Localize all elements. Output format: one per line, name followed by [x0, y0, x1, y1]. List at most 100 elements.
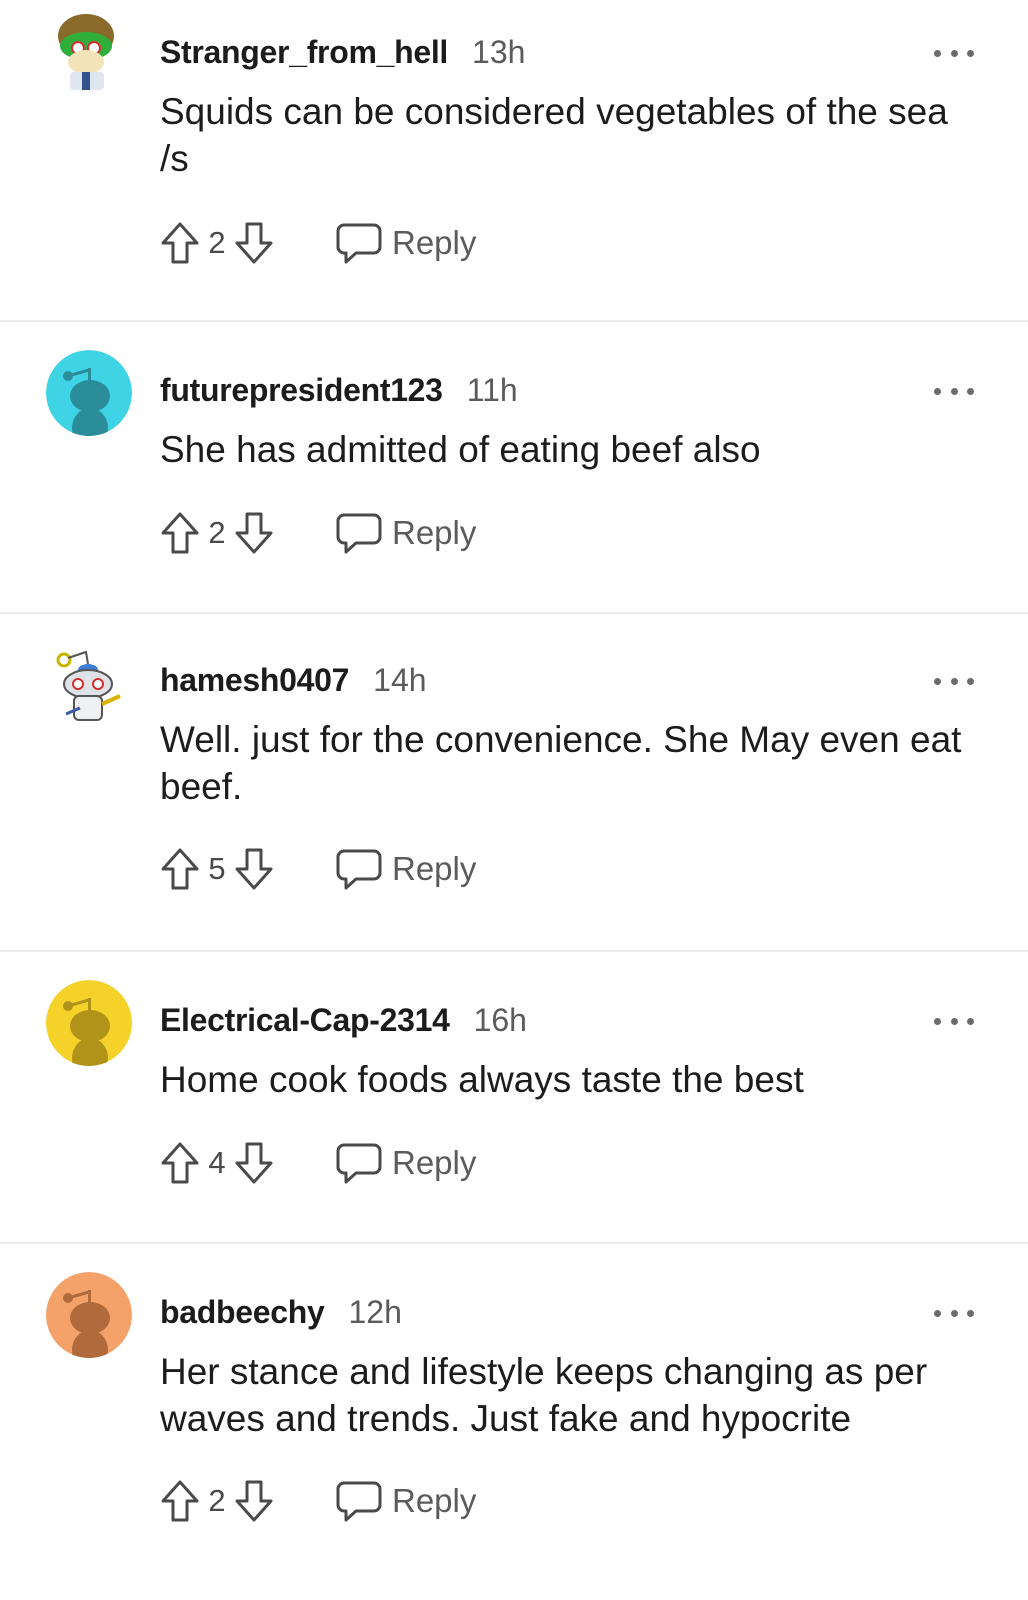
more-options-button[interactable]: [934, 46, 974, 60]
more-options-button[interactable]: [934, 674, 974, 688]
vote-count: 5: [208, 851, 226, 886]
dot-icon: [967, 677, 974, 685]
username[interactable]: Electrical-Cap-2314: [160, 1002, 450, 1039]
dot-icon: [967, 1017, 974, 1025]
dot-icon: [934, 677, 941, 685]
chat-bubble-icon: [336, 223, 382, 264]
dot-icon: [967, 387, 974, 395]
upvote-arrow-icon: [161, 512, 199, 554]
chat-bubble-icon: [336, 849, 382, 890]
comment: badbeechy 12h Her stance and lifestyle k…: [0, 1244, 1028, 1600]
more-options-button[interactable]: [934, 1014, 974, 1028]
comment-actions: 5 Reply: [158, 844, 476, 894]
comment: Electrical-Cap-2314 16h Home cook foods …: [0, 952, 1028, 1244]
reply-button[interactable]: Reply: [336, 511, 476, 555]
more-options-button[interactable]: [934, 384, 974, 398]
snoo-silhouette-icon: [46, 1272, 132, 1358]
dot-icon: [967, 1309, 974, 1317]
timestamp: 16h: [473, 1002, 527, 1038]
timestamp: 14h: [373, 662, 427, 698]
downvote-arrow-icon: [235, 848, 273, 890]
reply-button[interactable]: Reply: [336, 1141, 476, 1185]
reply-label: Reply: [392, 1144, 477, 1181]
reply-label: Reply: [392, 850, 477, 887]
upvote-button[interactable]: [158, 219, 202, 267]
dot-icon: [934, 387, 941, 395]
comment-actions: 2 Reply: [158, 1476, 476, 1526]
comment-body: Squids can be considered vegetables of t…: [160, 91, 948, 179]
avatar[interactable]: [46, 350, 132, 436]
chat-bubble-icon: [336, 1143, 382, 1184]
comment: hamesh0407 14h Well. just for the conven…: [0, 614, 1028, 952]
comment-meta: Stranger_from_hell 13h: [160, 34, 525, 71]
dot-icon: [934, 1309, 941, 1317]
comment-actions: 2 Reply: [158, 218, 476, 268]
chat-bubble-icon: [336, 513, 382, 554]
downvote-button[interactable]: [232, 219, 276, 267]
dot-icon: [950, 49, 958, 57]
upvote-button[interactable]: [158, 845, 202, 893]
comment-body: Her stance and lifestyle keeps changing …: [160, 1351, 928, 1439]
vote-count: 2: [208, 515, 226, 550]
comment-meta: futurepresident123 11h: [160, 372, 518, 409]
dot-icon: [934, 49, 941, 57]
comment-actions: 4 Reply: [158, 1138, 476, 1188]
reply-button[interactable]: Reply: [336, 847, 476, 891]
upvote-arrow-icon: [161, 1480, 199, 1522]
username[interactable]: Stranger_from_hell: [160, 34, 448, 71]
timestamp: 12h: [348, 1294, 402, 1330]
vote-count: 2: [208, 1483, 226, 1518]
downvote-button[interactable]: [232, 1477, 276, 1525]
reply-button[interactable]: Reply: [336, 1479, 476, 1523]
avatar[interactable]: [46, 10, 132, 96]
upvote-arrow-icon: [161, 1142, 199, 1184]
chat-bubble-icon: [336, 1481, 382, 1522]
username[interactable]: futurepresident123: [160, 372, 443, 409]
vote-count: 2: [208, 225, 226, 260]
snoo-silhouette-icon: [46, 350, 132, 436]
downvote-arrow-icon: [235, 1480, 273, 1522]
reply-label: Reply: [392, 224, 477, 261]
comment-body: Home cook foods always taste the best: [160, 1059, 804, 1100]
dot-icon: [950, 1309, 958, 1317]
comment-meta: Electrical-Cap-2314 16h: [160, 1002, 527, 1039]
timestamp: 13h: [472, 34, 526, 70]
timestamp: 11h: [466, 372, 518, 408]
downvote-arrow-icon: [235, 1142, 273, 1184]
username[interactable]: badbeechy: [160, 1294, 325, 1331]
avatar[interactable]: [46, 1272, 132, 1358]
upvote-arrow-icon: [161, 222, 199, 264]
upvote-button[interactable]: [158, 1477, 202, 1525]
downvote-arrow-icon: [235, 512, 273, 554]
comment-body: She has admitted of eating beef also: [160, 429, 761, 470]
dot-icon: [967, 49, 974, 57]
comment-body: Well. just for the convenience. She May …: [160, 719, 962, 807]
upvote-button[interactable]: [158, 1139, 202, 1187]
username[interactable]: hamesh0407: [160, 662, 349, 699]
avatar[interactable]: [46, 640, 132, 726]
downvote-button[interactable]: [232, 509, 276, 557]
comment: futurepresident123 11h She has admitted …: [0, 322, 1028, 614]
comment-actions: 2 Reply: [158, 508, 476, 558]
comment-meta: badbeechy 12h: [160, 1294, 402, 1331]
comment-meta: hamesh0407 14h: [160, 662, 427, 699]
dot-icon: [950, 387, 958, 395]
avatar[interactable]: [46, 980, 132, 1066]
snoo-avatar-robot-icon: [46, 640, 132, 726]
snoo-avatar-helmet-icon: [46, 10, 132, 96]
dot-icon: [950, 1017, 958, 1025]
upvote-button[interactable]: [158, 509, 202, 557]
vote-count: 4: [208, 1145, 226, 1180]
comment: Stranger_from_hell 13h Squids can be con…: [0, 0, 1028, 322]
dot-icon: [934, 1017, 941, 1025]
upvote-arrow-icon: [161, 848, 199, 890]
snoo-silhouette-icon: [46, 980, 132, 1066]
downvote-button[interactable]: [232, 845, 276, 893]
dot-icon: [950, 677, 958, 685]
more-options-button[interactable]: [934, 1306, 974, 1320]
reply-button[interactable]: Reply: [336, 221, 476, 265]
reply-label: Reply: [392, 1482, 477, 1519]
comment-thread: Stranger_from_hell 13h Squids can be con…: [0, 0, 1028, 1600]
downvote-button[interactable]: [232, 1139, 276, 1187]
downvote-arrow-icon: [235, 222, 273, 264]
